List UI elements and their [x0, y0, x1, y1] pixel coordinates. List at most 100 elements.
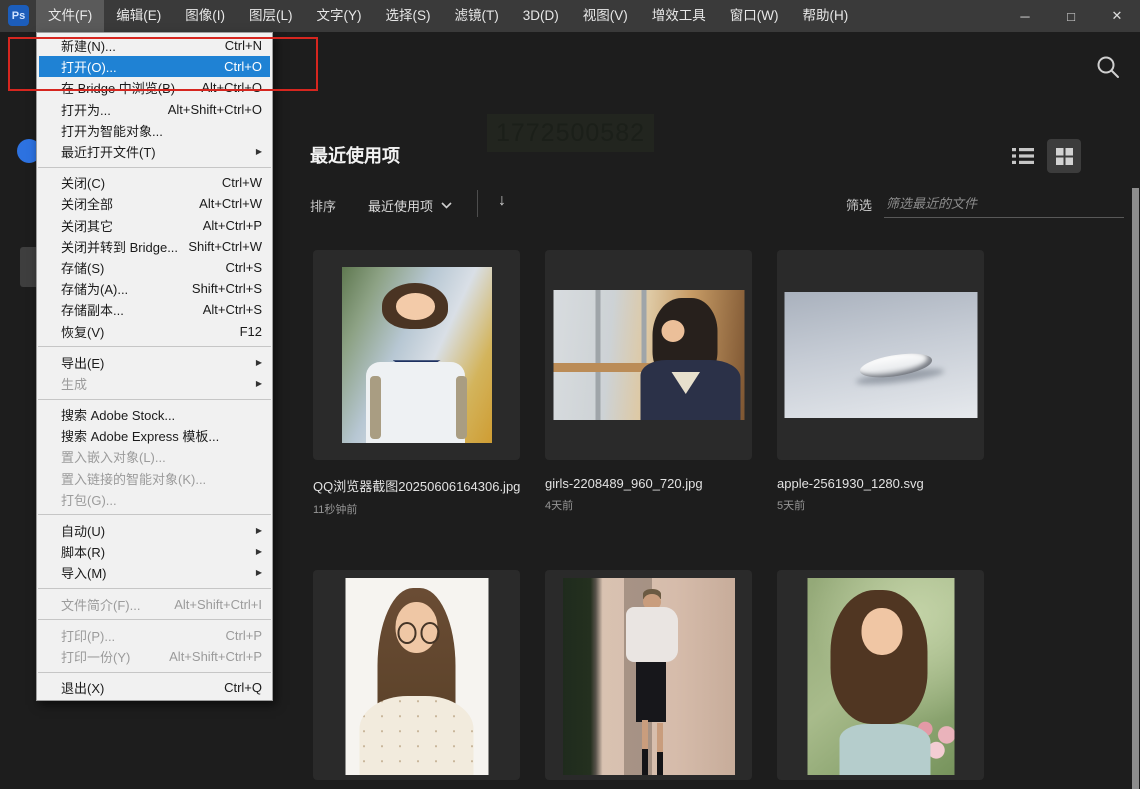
submenu-arrow-icon: ▶	[256, 568, 262, 577]
minimize-button[interactable]: ─	[1002, 0, 1048, 32]
file-menu-item-0-5[interactable]: 最近打开文件(T)▶	[37, 141, 272, 162]
recent-file-card: apple-2561930_1280.svg 5天前	[777, 250, 984, 570]
menubar-item-3[interactable]: 图层(L)	[237, 0, 305, 32]
file-menu-item-3-1[interactable]: 搜索 Adobe Express 模板...	[37, 425, 272, 446]
submenu-arrow-icon: ▶	[256, 526, 262, 535]
divider	[477, 190, 478, 217]
menu-item-label: 关闭并转到 Bridge...	[61, 237, 178, 256]
recent-file-thumbnail-woman-with-glasses-photo[interactable]	[313, 570, 520, 780]
menu-item-label: 搜索 Adobe Stock...	[61, 405, 175, 424]
menubar-item-11[interactable]: 帮助(H)	[790, 0, 860, 32]
recent-file-thumbnail-girl-by-window-photo[interactable]	[545, 250, 752, 460]
menubar-item-7[interactable]: 3D(D)	[511, 0, 571, 32]
close-button[interactable]: ✕	[1094, 0, 1140, 32]
sort-dropdown[interactable]: 最近使用项	[368, 196, 452, 215]
sort-value: 最近使用项	[368, 196, 433, 215]
recent-file-thumbnail-white-computer-mouse-photo[interactable]	[777, 250, 984, 460]
sort-label: 排序	[310, 196, 336, 215]
recent-file-card: girls-2208489_960_720.jpg4天前	[545, 250, 752, 570]
file-menu-item-1-4[interactable]: 存储(S)Ctrl+S	[37, 257, 272, 278]
menubar-item-4[interactable]: 文字(Y)	[305, 0, 374, 32]
file-menu-item-1-1[interactable]: 关闭全部Alt+Ctrl+W	[37, 193, 272, 214]
menubar-item-1[interactable]: 编辑(E)	[104, 0, 173, 32]
photo-girl-in-school-uniform-photo	[342, 267, 492, 443]
file-menu-item-1-7[interactable]: 恢复(V)F12	[37, 320, 272, 341]
file-menu-item-3-0[interactable]: 搜索 Adobe Stock...	[37, 404, 272, 425]
menubar-item-0[interactable]: 文件(F)	[36, 0, 104, 32]
search-icon[interactable]	[1094, 54, 1122, 82]
menu-item-label: 置入链接的智能对象(K)...	[61, 469, 206, 488]
photoshop-logo-icon: Ps	[8, 5, 29, 26]
menu-item-label: 打印(P)...	[61, 626, 115, 645]
menubar-item-9[interactable]: 增效工具	[640, 0, 718, 32]
page-title: 最近使用项	[310, 142, 400, 168]
grid-view-icon[interactable]	[1047, 139, 1081, 173]
menu-item-label: 关闭其它	[61, 216, 113, 235]
filter-input[interactable]	[884, 189, 1124, 218]
file-menu-item-1-5[interactable]: 存储为(A)... Shift+Ctrl+S	[37, 278, 272, 299]
maximize-button[interactable]: □	[1048, 0, 1094, 32]
filter-label: 筛选	[846, 195, 872, 214]
file-name: QQ浏览器截图20250606164306.jpg	[313, 476, 520, 495]
recent-file-card	[545, 570, 752, 789]
menu-item-shortcut: Alt+Ctrl+S	[203, 302, 262, 317]
file-menu-item-0-1[interactable]: 打开(O)...Ctrl+O	[39, 56, 270, 77]
file-name: girls-2208489_960_720.jpg	[545, 476, 752, 491]
list-view-icon[interactable]	[1012, 147, 1034, 165]
menu-item-label: 生成	[61, 374, 87, 393]
file-menu-item-0-2[interactable]: 在 Bridge 中浏览(B)Alt+Ctrl+O	[37, 77, 272, 98]
menubar-item-8[interactable]: 视图(V)	[571, 0, 640, 32]
file-menu-item-0-0[interactable]: 新建(N)...Ctrl+N	[37, 35, 272, 56]
file-modified-time: 11秒钟前	[313, 501, 520, 517]
menu-item-label: 导入(M)	[61, 563, 107, 582]
file-menu-item-4-2[interactable]: 导入(M) ▶	[37, 562, 272, 583]
menu-item-label: 打开为智能对象...	[61, 121, 163, 140]
file-menu-item-0-3[interactable]: 打开为...Alt+Shift+Ctrl+O	[37, 99, 272, 120]
menu-item-label: 在 Bridge 中浏览(B)	[61, 78, 175, 97]
submenu-arrow-icon: ▶	[256, 147, 262, 156]
file-menu-item-4-0[interactable]: 自动(U) ▶	[37, 520, 272, 541]
menu-item-label: 打包(G)...	[61, 490, 117, 509]
menu-separator	[38, 514, 271, 515]
menu-item-label: 恢复(V)	[61, 322, 104, 341]
file-menu-item-2-0[interactable]: 导出(E)▶	[37, 352, 272, 373]
menubar-item-2[interactable]: 图像(I)	[173, 0, 237, 32]
menu-item-label: 自动(U)	[61, 521, 105, 540]
sort-direction-icon[interactable]: ↓	[498, 192, 506, 210]
menu-item-label: 搜索 Adobe Express 模板...	[61, 426, 219, 445]
menubar-item-5[interactable]: 选择(S)	[374, 0, 443, 32]
menubar-item-10[interactable]: 窗口(W)	[718, 0, 791, 32]
file-menu-item-1-2[interactable]: 关闭其它 Alt+Ctrl+P	[37, 215, 272, 236]
menu-item-shortcut: Ctrl+N	[225, 38, 262, 53]
menu-item-label: 存储为(A)...	[61, 279, 128, 298]
submenu-arrow-icon: ▶	[256, 379, 262, 388]
menubar-item-6[interactable]: 滤镜(T)	[443, 0, 511, 32]
file-menu-item-0-4[interactable]: 打开为智能对象...	[37, 120, 272, 141]
recent-file-thumbnail-woman-with-flowers-photo[interactable]	[777, 570, 984, 780]
menu-item-shortcut: Ctrl+W	[222, 175, 262, 190]
menu-item-label: 文件简介(F)...	[61, 595, 140, 614]
file-menu-item-2-1: 生成 ▶	[37, 373, 272, 394]
file-menu-item-4-1[interactable]: 脚本(R)▶	[37, 541, 272, 562]
photo-man-against-wall-photo	[563, 578, 735, 775]
recent-files-grid: QQ浏览器截图20250606164306.jpg 11秒钟前 girls-220…	[313, 250, 984, 789]
menu-item-shortcut: Shift+Ctrl+S	[192, 281, 262, 296]
file-modified-time: 5天前	[777, 497, 984, 513]
watermark-text: 1772500582	[487, 114, 654, 152]
recent-file-thumbnail-girl-in-school-uniform-photo[interactable]	[313, 250, 520, 460]
file-name: apple-2561930_1280.svg	[777, 476, 984, 491]
menu-item-shortcut: Alt+Ctrl+P	[203, 218, 262, 233]
menu-separator	[38, 167, 271, 168]
file-menu-item-5-0: 文件简介(F)...Alt+Shift+Ctrl+I	[37, 594, 272, 615]
file-menu-item-1-3[interactable]: 关闭并转到 Bridge...Shift+Ctrl+W	[37, 236, 272, 257]
recent-file-thumbnail-man-against-wall-photo[interactable]	[545, 570, 752, 780]
vertical-scrollbar[interactable]	[1132, 188, 1139, 789]
photo-girl-by-window-photo	[553, 290, 744, 420]
file-menu-item-3-2: 置入嵌入对象(L)...	[37, 446, 272, 467]
file-menu-item-1-6[interactable]: 存储副本...Alt+Ctrl+S	[37, 299, 272, 320]
chevron-down-icon	[441, 202, 452, 209]
file-menu-item-7-0[interactable]: 退出(X)Ctrl+Q	[37, 677, 272, 698]
menu-item-shortcut: Ctrl+P	[226, 628, 262, 643]
file-menu-item-1-0[interactable]: 关闭(C)Ctrl+W	[37, 172, 272, 193]
submenu-arrow-icon: ▶	[256, 547, 262, 556]
